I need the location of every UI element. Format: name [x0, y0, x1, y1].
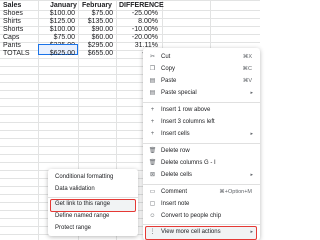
submenu-item-protect-range[interactable]: Protect range [48, 223, 138, 234]
divider [143, 224, 260, 225]
plus-icon: + [150, 131, 155, 137]
menu-label: Conditional formatting [55, 174, 114, 180]
trash-icon: 🗑 [148, 148, 157, 154]
chevron-right-icon: ▸ [250, 90, 253, 96]
menu-item-delete-columns[interactable]: 🗑 Delete columns G - I [143, 158, 260, 169]
x-box-icon: ⊠ [149, 172, 156, 178]
menu-item-paste-special[interactable]: ▤ Paste special ▸ [143, 88, 260, 99]
menu-label: Paste [161, 78, 177, 84]
context-menu: ✂ Cut ⌘X ❐ Copy ⌘C ▤ Paste ⌘V ▤ Paste sp… [143, 48, 260, 240]
menu-item-paste[interactable]: ▤ Paste ⌘V [143, 76, 260, 87]
submenu-item-conditional-formatting[interactable]: Conditional formatting [48, 172, 138, 183]
menu-item-copy[interactable]: ❐ Copy ⌘C [143, 64, 260, 75]
plus-icon: + [150, 119, 155, 125]
menu-label: Insert 3 columns left [161, 119, 215, 125]
menu-item-insert-cells[interactable]: + Insert cells ▸ [143, 129, 260, 140]
scissors-icon: ✂ [149, 54, 156, 60]
shortcut-label: ⌘X [242, 54, 252, 60]
paste-icon: ▤ [149, 78, 156, 84]
menu-label: Protect range [55, 225, 92, 231]
cell-february[interactable]: $655.00 [80, 48, 113, 59]
menu-label: Get link to this range [55, 201, 111, 207]
menu-item-cut[interactable]: ✂ Cut ⌘X [143, 52, 260, 63]
menu-label: Delete cells [161, 172, 193, 178]
menu-label: Delete row [161, 148, 190, 154]
menu-item-comment[interactable]: ▭ Comment ⌘+Option+M [143, 187, 260, 198]
plus-icon: + [150, 107, 155, 113]
submenu-item-data-validation[interactable]: Data validation [48, 184, 138, 195]
menu-item-convert-chip[interactable]: ☺ Convert to people chip [143, 211, 260, 222]
cell-label[interactable]: TOTALS [3, 48, 30, 59]
menu-label: Insert note [161, 201, 190, 207]
paste-special-icon: ▤ [149, 90, 156, 96]
menu-label: Data validation [55, 186, 95, 192]
trash-icon: 🗑 [148, 160, 157, 166]
menu-item-delete-cells[interactable]: ⊠ Delete cells ▸ [143, 170, 260, 181]
shortcut-label: ⌘+Option+M [219, 189, 252, 195]
divider [143, 184, 260, 185]
menu-label: Cut [161, 54, 171, 60]
shortcut-label: ⌘V [242, 78, 252, 84]
note-icon: ▢ [149, 201, 156, 207]
divider [143, 102, 260, 103]
menu-item-more-actions[interactable]: ⋮ View more cell actions ▸ [143, 227, 260, 238]
chevron-right-icon: ▸ [250, 131, 253, 137]
cell-january[interactable]: $625.00 [40, 48, 75, 59]
menu-label: Paste special [161, 90, 197, 96]
menu-label: Define named range [55, 213, 110, 219]
menu-label: Comment [161, 189, 188, 195]
menu-item-insert-note[interactable]: ▢ Insert note [143, 199, 260, 210]
menu-item-insert-row[interactable]: + Insert 1 row above [143, 105, 260, 116]
more-vert-icon: ⋮ [149, 229, 156, 235]
divider [143, 143, 260, 144]
menu-item-delete-row[interactable]: 🗑 Delete row [143, 146, 260, 157]
comment-icon: ▭ [149, 189, 156, 195]
chevron-right-icon: ▸ [250, 172, 253, 178]
menu-label: Insert 1 row above [161, 107, 211, 113]
submenu: Conditional formatting Data validation G… [48, 169, 138, 236]
menu-label: View more cell actions [161, 229, 221, 235]
shortcut-label: ⌘C [242, 66, 252, 72]
menu-label: Copy [161, 66, 176, 72]
copy-icon: ❐ [149, 66, 156, 72]
menu-label: Insert cells [161, 131, 190, 137]
submenu-item-define-named-range[interactable]: Define named range [48, 211, 138, 222]
menu-label: Convert to people chip [161, 213, 222, 219]
divider [48, 197, 138, 198]
chevron-right-icon: ▸ [250, 229, 253, 235]
menu-label: Delete columns G - I [161, 160, 216, 166]
person-icon: ☺ [149, 213, 156, 219]
menu-item-insert-columns[interactable]: + Insert 3 columns left [143, 117, 260, 128]
submenu-item-get-link[interactable]: Get link to this range [48, 199, 138, 210]
